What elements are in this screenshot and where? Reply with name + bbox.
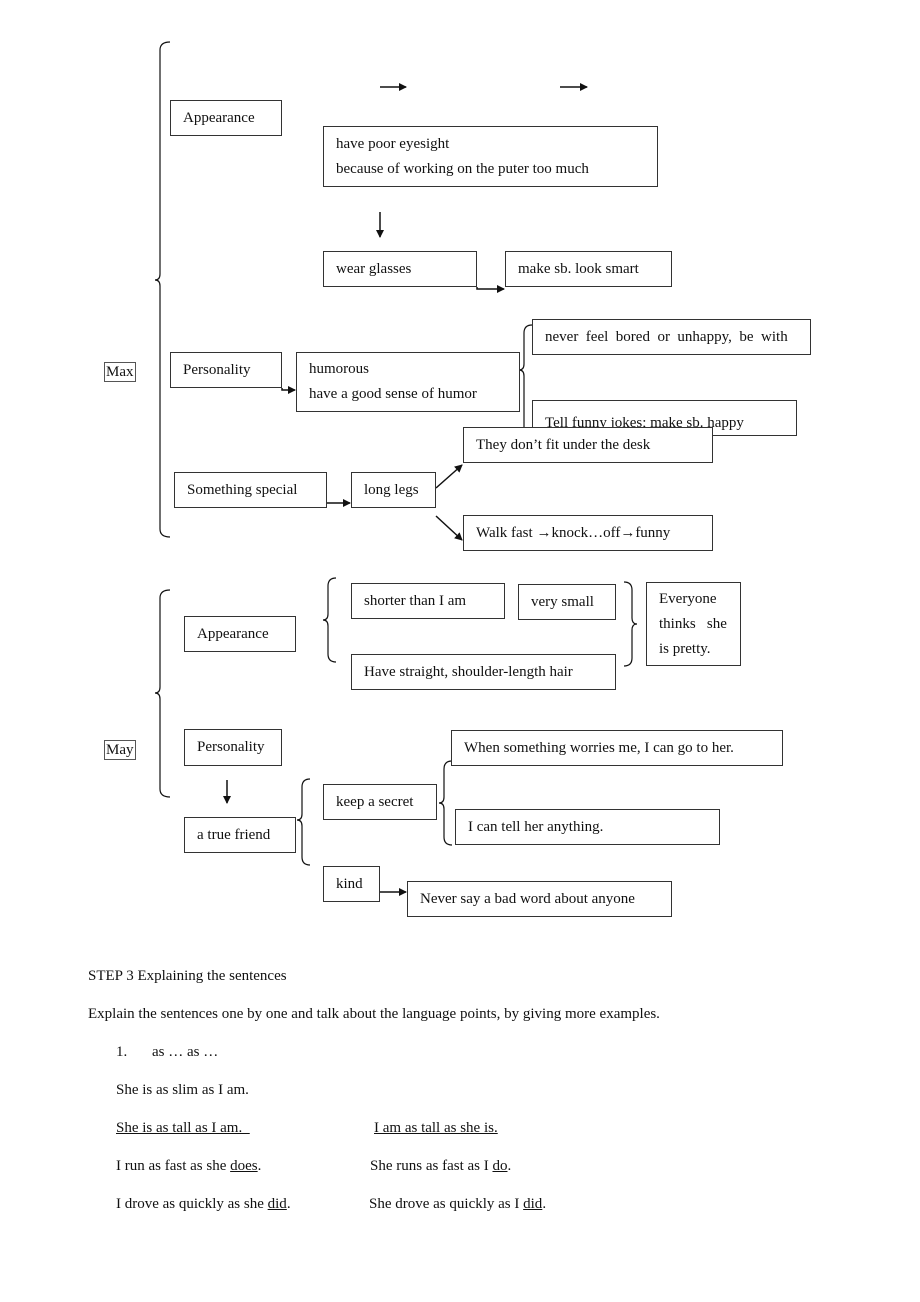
box-text: make sb. look smart (518, 260, 639, 277)
box-text: Appearance (183, 109, 255, 126)
text: . (286, 1196, 291, 1212)
box-text: Never say a bad word about anyone (420, 890, 635, 907)
box-text: Appearance (197, 625, 269, 642)
hair-box: Have straight, shoulder-length hair (351, 654, 616, 690)
very-small-box: very small (518, 584, 616, 620)
box-text: long legs (364, 481, 419, 498)
underlined-word: does (230, 1158, 258, 1174)
box-text: thinks she (659, 615, 727, 632)
example-2a: She is as tall as I am. (116, 1120, 250, 1136)
arrow-icon (435, 515, 463, 541)
never-bored-box: never feel bored or unhappy, be with (532, 319, 811, 355)
text: . (257, 1158, 262, 1174)
box-text: Walk fast →knock…off→funny (476, 524, 671, 541)
box-text: Something special (187, 481, 298, 498)
never-say-box: Never say a bad word about anyone (407, 881, 672, 917)
diagram-lines (154, 41, 638, 896)
arrow-icon (476, 285, 505, 293)
keep-secret-box: keep a secret (323, 784, 437, 820)
example-4a: I drove as quickly as she did. (116, 1194, 291, 1214)
box-text: very small (531, 593, 594, 610)
brace-icon (518, 324, 533, 441)
tell-anything-box: I can tell her anything. (455, 809, 720, 845)
kind-box: kind (323, 866, 380, 902)
box-text: kind (336, 875, 363, 892)
box-text: is pretty. (659, 640, 711, 657)
max-personality-box: Personality (170, 352, 282, 388)
wear-glasses-box: wear glasses (323, 251, 477, 287)
pretty-box: Everyone thinks she is pretty. (646, 582, 741, 666)
item-number: 1. (116, 1044, 128, 1060)
long-legs-box: long legs (351, 472, 436, 508)
box-text: a true friend (197, 826, 271, 843)
underlined-word: did (267, 1196, 287, 1212)
underlined-word: did (523, 1196, 543, 1212)
example-4b: She drove as quickly as I did. (369, 1194, 546, 1214)
something-special-box: Something special (174, 472, 327, 508)
example-3a: I run as fast as she does. (116, 1156, 261, 1176)
brace-icon (322, 577, 337, 663)
box-text: never feel bored or unhappy, be with (545, 328, 788, 345)
box-text: Everyone (659, 590, 717, 607)
humorous-box: humorous have a good sense of humor (296, 352, 520, 412)
brace-icon (154, 41, 171, 538)
max-label: Max (104, 362, 136, 382)
may-personality-box: Personality (184, 729, 282, 766)
brace-icon (623, 581, 638, 667)
underlined-word: do (492, 1158, 508, 1174)
box-text: shorter than I am (364, 592, 467, 609)
may-label: May (104, 740, 136, 760)
item-title: as … as … (152, 1044, 219, 1060)
box-text: When something worries me, I can go to h… (464, 739, 734, 756)
text: She drove as quickly as I (369, 1196, 524, 1212)
poor-eyesight-box: have poor eyesight because of working on… (323, 126, 658, 187)
box-text: keep a secret (336, 793, 414, 810)
brace-icon (438, 760, 453, 846)
example-2b: I am as tall as she is. (374, 1120, 498, 1136)
true-friend-box: a true friend (184, 817, 296, 853)
worries-box: When something worries me, I can go to h… (451, 730, 783, 766)
text: I drove as quickly as she (116, 1196, 268, 1212)
box-text: wear glasses (336, 260, 412, 277)
arrow-icon (281, 386, 296, 394)
box-text: They don’t fit under the desk (476, 436, 651, 453)
step-heading: STEP 3 Explaining the sentences (88, 968, 287, 984)
example-1: She is as slim as I am. (116, 1082, 249, 1098)
example-3b: She runs as fast as I do. (370, 1156, 511, 1176)
arrow-icon (435, 464, 463, 489)
text: . (542, 1196, 547, 1212)
box-text: have poor eyesight (336, 135, 450, 152)
box-text: have a good sense of humor (309, 386, 477, 402)
text: I run as fast as she (116, 1158, 231, 1174)
look-smart-box: make sb. look smart (505, 251, 672, 287)
box-text: because of working on the puter too much (336, 160, 589, 177)
box-text: I can tell her anything. (468, 818, 604, 835)
box-text: Personality (197, 739, 265, 755)
box-text: Have straight, shoulder-length hair (364, 663, 573, 680)
walk-fast-box: Walk fast →knock…off→funny (463, 515, 713, 551)
shorter-box: shorter than I am (351, 583, 505, 619)
may-appearance-box: Appearance (184, 616, 296, 652)
box-text: humorous (309, 361, 369, 377)
box-text: Personality (183, 361, 251, 378)
brace-icon (296, 778, 311, 866)
text: . (507, 1158, 512, 1174)
instruction: Explain the sentences one by one and tal… (88, 1006, 660, 1022)
max-appearance-box: Appearance (170, 100, 282, 136)
text: She runs as fast as I (370, 1158, 493, 1174)
desk-box: They don’t fit under the desk (463, 427, 713, 463)
brace-icon (154, 589, 171, 798)
